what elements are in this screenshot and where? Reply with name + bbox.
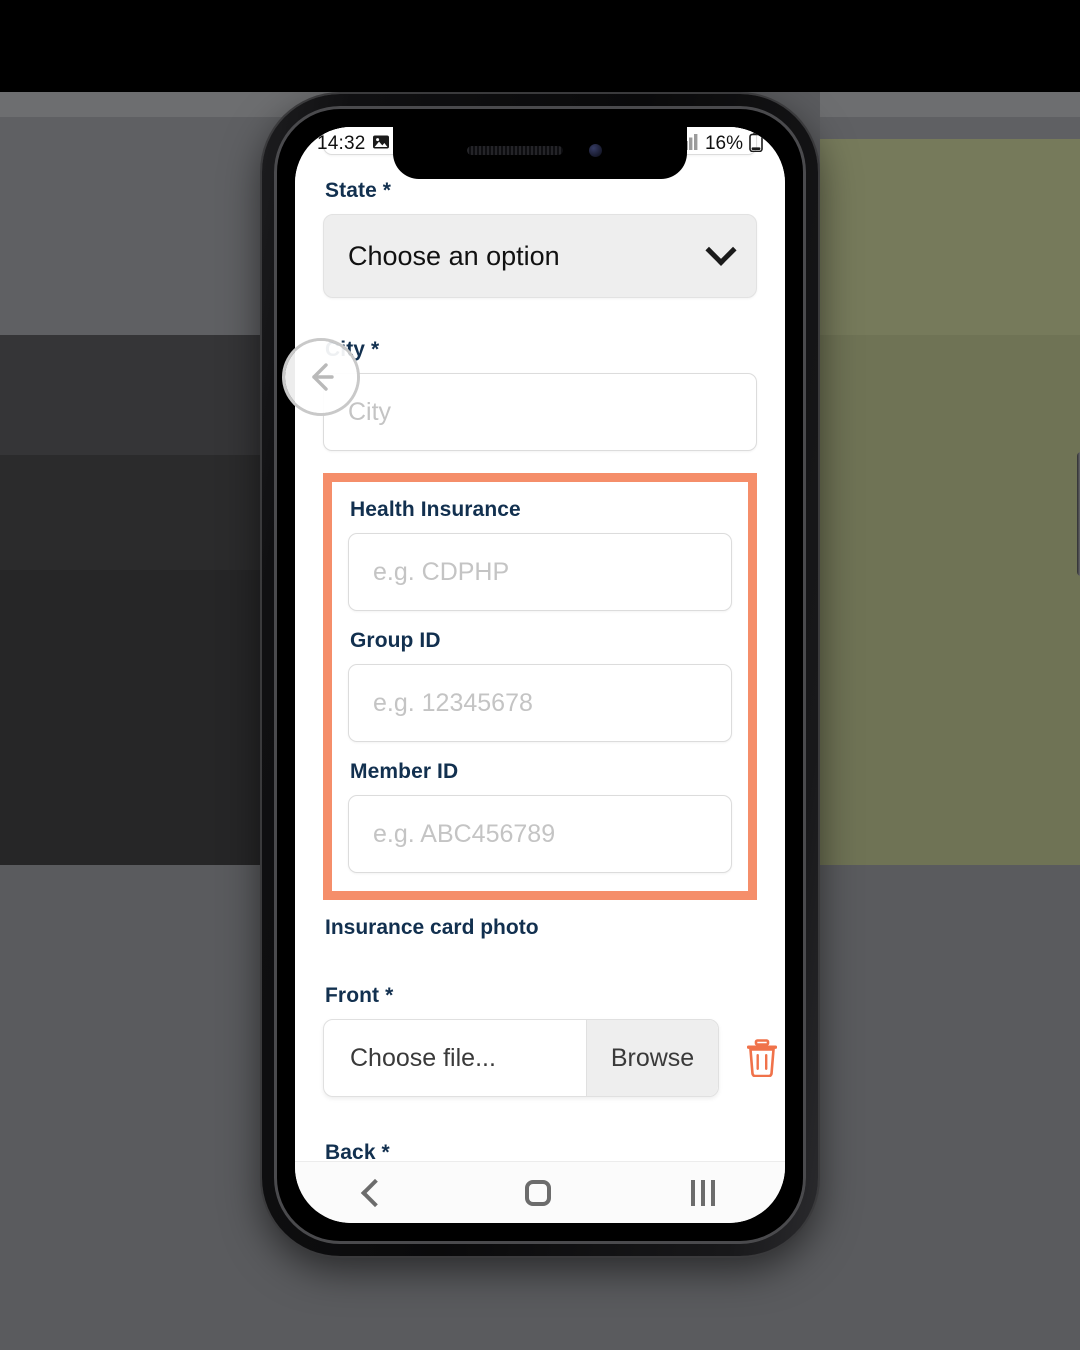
chevron-down-icon [705,234,737,266]
back-label: Back * [325,1141,390,1161]
front-delete-trash-icon[interactable] [745,1039,779,1078]
health-insurance-label: Health Insurance [350,498,521,521]
top-dark-band [0,0,1080,92]
right-gray-lower [820,865,1080,1350]
front-camera-icon [589,144,602,157]
arrow-left-circle-icon [312,363,334,391]
registration-form-scroll[interactable]: State * Choose an option City * City Hea… [295,127,785,1161]
right-gray-upper [820,92,1080,117]
battery-low-icon [749,132,763,157]
nav-back-icon[interactable] [360,1178,390,1207]
state-select[interactable]: Choose an option [323,214,757,298]
state-select-value: Choose an option [348,240,560,271]
group-id-input[interactable]: e.g. 12345678 [348,664,732,742]
status-time: 14:32 [317,133,366,154]
phone-notch [393,127,687,179]
front-browse-button[interactable]: Browse [586,1020,718,1096]
front-photo-field-group: Front * Choose file... Browse [323,984,777,1097]
group-id-placeholder: e.g. 12345678 [373,688,533,717]
android-navigation-bar [295,1161,785,1223]
battery-percent: 16% [704,133,743,154]
city-field-group: City * City [323,338,757,451]
right-olive-b [820,335,1080,865]
image-icon [372,133,390,156]
phone-bezel: 14:32 LTE [274,106,806,1244]
insurance-fields-highlight-box: Health Insurance e.g. CDPHP Group ID e.g… [323,473,757,900]
front-file-row: Choose file... Browse [323,1019,777,1097]
group-id-label: Group ID [350,629,441,652]
health-insurance-placeholder: e.g. CDPHP [373,557,510,586]
city-input[interactable]: City [323,373,757,451]
front-file-control[interactable]: Choose file... Browse [323,1019,719,1097]
member-id-field-group: Member ID e.g. ABC456789 [348,760,732,873]
phone-screen: 14:32 LTE [295,127,785,1223]
front-label: Front * [325,984,394,1007]
back-photo-field-group: Back * Choose file... Browse [323,1141,757,1161]
speaker-grille-icon [467,146,563,155]
city-placeholder: City [348,397,392,426]
group-id-field-group: Group ID e.g. 12345678 [348,629,732,742]
insurance-card-photo-heading: Insurance card photo [325,916,539,939]
health-insurance-input[interactable]: e.g. CDPHP [348,533,732,611]
state-label: State * [325,179,392,202]
front-file-name: Choose file... [350,1043,496,1072]
right-gray-thin [820,117,1080,139]
health-insurance-field-group: Health Insurance e.g. CDPHP [348,498,732,611]
phone-device-frame: 14:32 LTE [262,94,1080,1256]
member-id-label: Member ID [350,760,459,783]
back-navigation-overlay-button[interactable] [285,341,357,413]
member-id-placeholder: e.g. ABC456789 [373,819,556,848]
city-label: City * [325,338,380,361]
nav-home-icon[interactable] [525,1179,551,1206]
member-id-input[interactable]: e.g. ABC456789 [348,795,732,873]
right-olive-a [820,139,1080,335]
nav-recents-icon[interactable] [691,1179,715,1206]
